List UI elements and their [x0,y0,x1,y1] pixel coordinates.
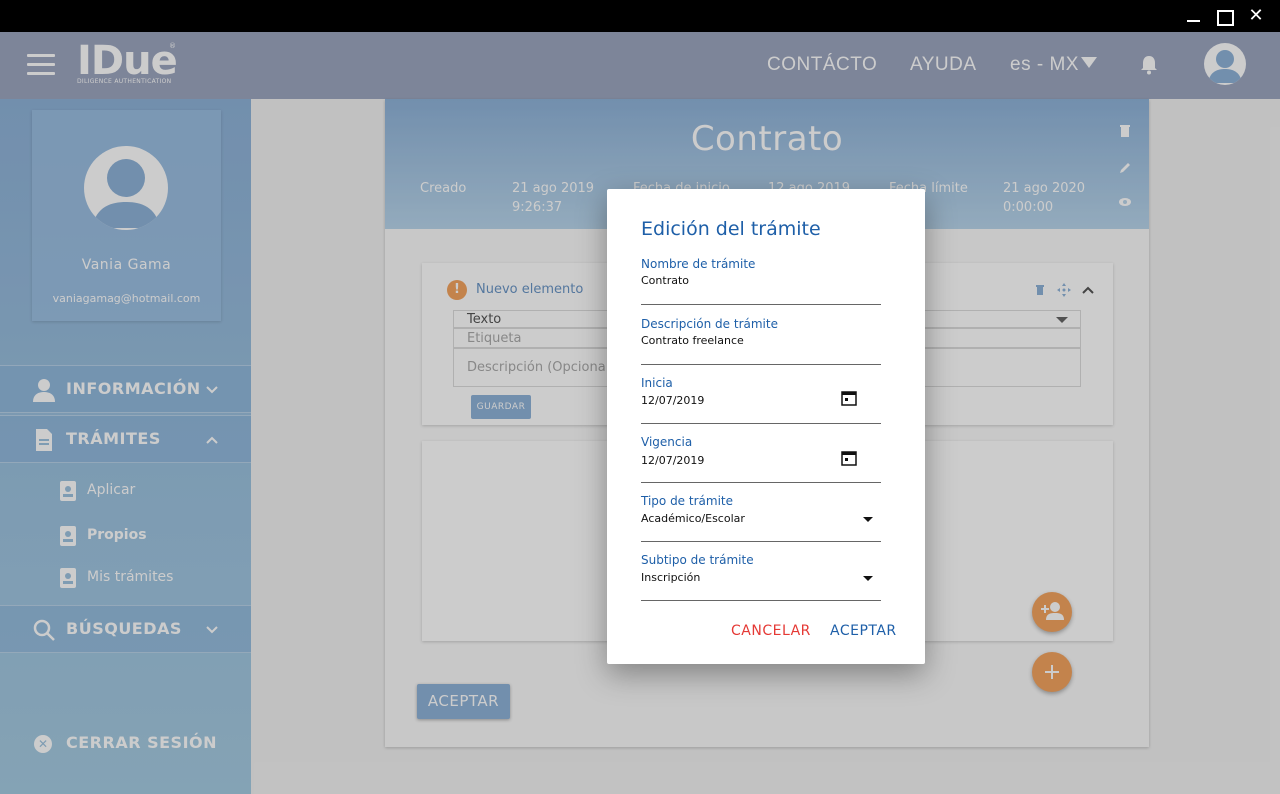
chevron-down-icon [863,517,873,522]
calendar-icon[interactable] [841,450,857,466]
name-input[interactable] [641,274,841,287]
edit-tramite-dialog: Edición del trámite Nombre de trámite De… [607,189,925,664]
name-field[interactable]: Nombre de trámite [641,257,881,305]
calendar-icon[interactable] [841,390,857,406]
chevron-down-icon [863,576,873,581]
start-date-field[interactable]: Inicia 12/07/2019 [641,376,881,424]
minimize-icon[interactable] [1184,6,1204,26]
dialog-accept-button[interactable]: ACEPTAR [830,623,897,639]
cancel-button[interactable]: CANCELAR [731,623,811,639]
subtype-label: Subtipo de trámite [641,553,754,567]
description-field[interactable]: Descripción de trámite [641,317,881,365]
name-label: Nombre de trámite [641,257,756,271]
description-label: Descripción de trámite [641,317,778,331]
dialog-title: Edición del trámite [641,218,821,240]
type-field[interactable]: Tipo de trámite Académico/Escolar [641,494,881,542]
validity-date-value[interactable]: 12/07/2019 [641,454,841,467]
start-label: Inicia [641,376,673,390]
subtype-field[interactable]: Subtipo de trámite Inscripción [641,553,881,601]
validity-label: Vigencia [641,435,693,449]
type-value[interactable]: Académico/Escolar [641,512,841,525]
start-date-value[interactable]: 12/07/2019 [641,394,841,407]
subtype-value[interactable]: Inscripción [641,571,841,584]
close-icon[interactable]: ✕ [1246,6,1266,26]
validity-date-field[interactable]: Vigencia 12/07/2019 [641,435,881,483]
window-titlebar: ✕ [0,0,1280,32]
description-input[interactable] [641,334,841,347]
maximize-icon[interactable] [1214,6,1234,26]
type-label: Tipo de trámite [641,494,733,508]
